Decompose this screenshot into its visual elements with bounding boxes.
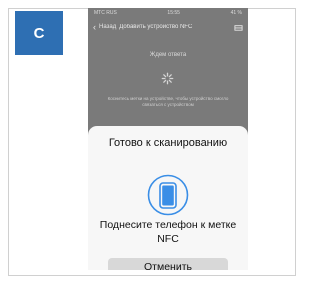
- battery-label: 41 %: [230, 10, 242, 16]
- sheet-message: Поднесите телефон к метке NFC: [99, 219, 237, 245]
- nav-title: Добавить устройство NFC: [119, 24, 193, 30]
- back-chevron-icon[interactable]: ‹: [93, 22, 96, 32]
- sheet-title: Готово к сканированию: [108, 137, 228, 149]
- figure-label: C: [15, 11, 63, 55]
- cancel-button[interactable]: Отменить: [108, 258, 228, 270]
- share-icon[interactable]: [234, 23, 243, 32]
- nfc-scan-sheet: Готово к сканированию Поднесите телефон …: [88, 126, 248, 270]
- phone-icon: [147, 174, 189, 216]
- carrier-label: МТС RUS: [94, 10, 117, 16]
- background-description: Коснитесь метки на устройстве, чтобы уст…: [107, 96, 229, 107]
- clock-label: 15:55: [167, 10, 180, 16]
- background-heading: Ждем ответа: [149, 52, 187, 58]
- status-bar: МТС RUS 15:55 41 %: [88, 8, 248, 18]
- navigation-bar: ‹ Назад Добавить устройство NFC: [88, 20, 248, 34]
- back-button[interactable]: Назад: [99, 24, 116, 30]
- phone-screen: МТС RUS 15:55 41 % ‹ Назад Добавить устр…: [88, 8, 248, 270]
- loading-spinner-icon: [161, 72, 174, 85]
